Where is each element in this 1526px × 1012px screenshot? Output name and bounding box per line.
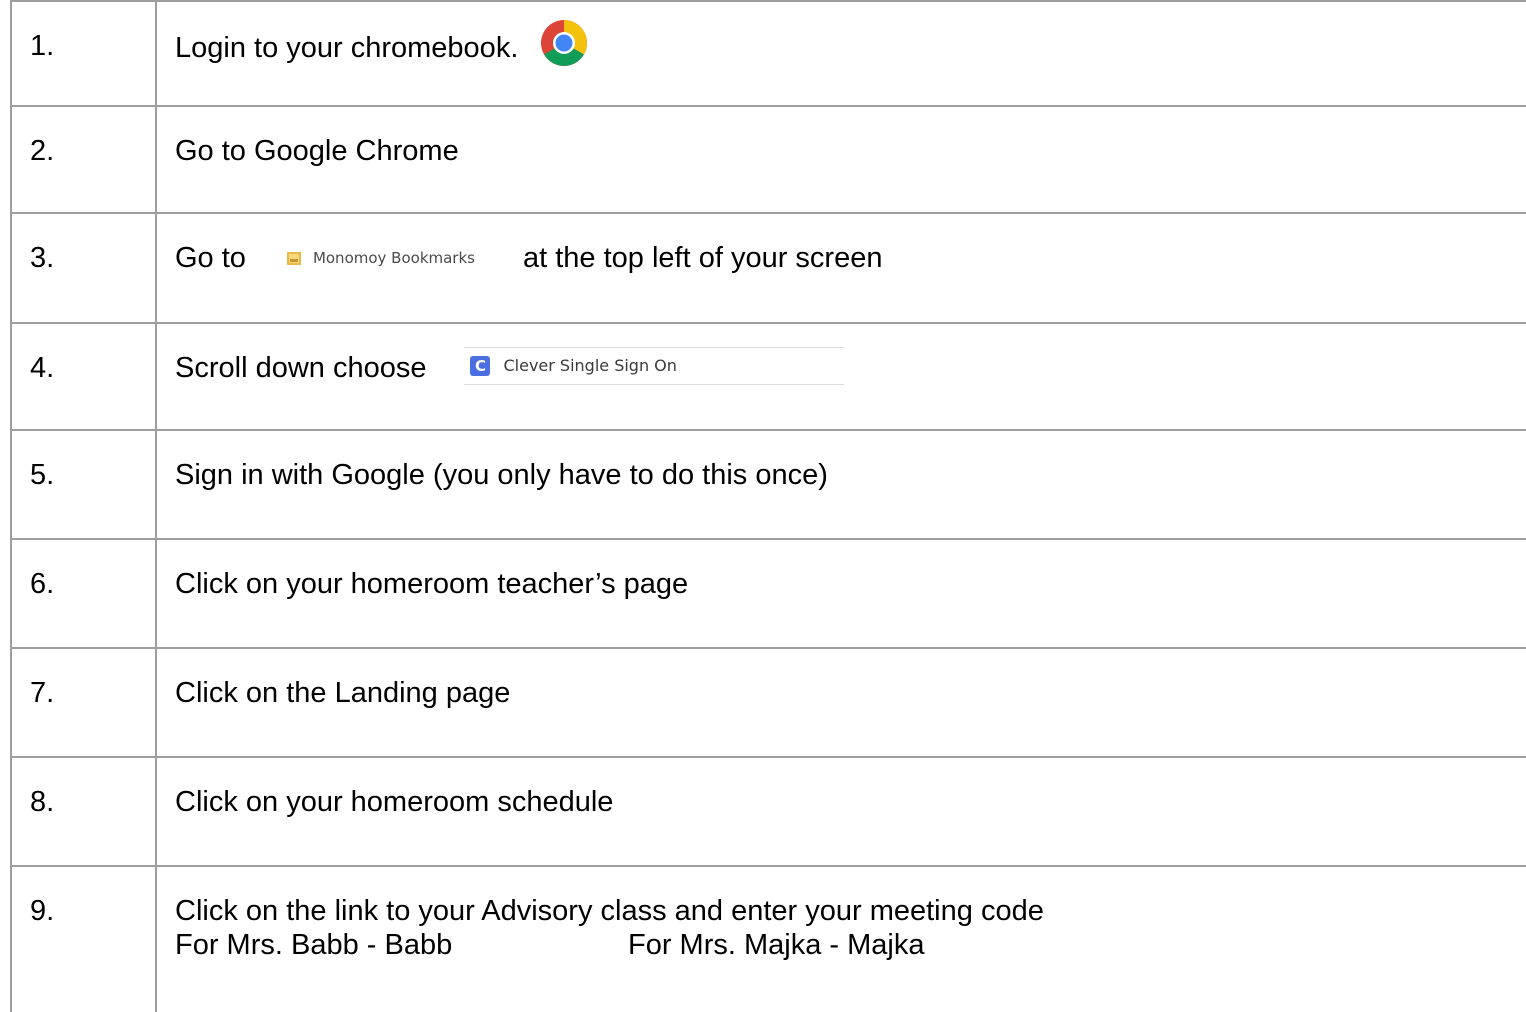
step-text: Click on your homeroom schedule: [155, 756, 1526, 867]
clever-label: Clever Single Sign On: [503, 356, 677, 375]
step-number: 3.: [10, 212, 157, 324]
step-text: Go to: [175, 242, 246, 274]
step-text: Scroll down choose: [175, 352, 427, 384]
step-number: 4.: [10, 322, 157, 431]
step-number: 1.: [10, 0, 157, 107]
table-row: 8. Click on your homeroom schedule: [10, 756, 1526, 867]
step-text: Click on the Landing page: [155, 647, 1526, 758]
step-number: 8.: [10, 756, 157, 867]
step-text: Go to Google Chrome: [155, 105, 1526, 214]
bookmark-label: Monomoy Bookmarks: [312, 249, 475, 267]
chrome-icon: [541, 20, 588, 66]
table-row: 7. Click on the Landing page: [10, 647, 1526, 758]
table-row: 4. Scroll down choose C Clever Single Si…: [10, 322, 1526, 431]
meeting-codes: For Mrs. Babb - Babb For Mrs. Majka - Ma…: [175, 928, 1526, 962]
step-number: 9.: [10, 865, 157, 1012]
table-row: 2. Go to Google Chrome: [10, 105, 1526, 214]
meeting-code-majka: For Mrs. Majka - Majka: [628, 929, 925, 961]
monomoy-bookmarks-chip: Monomoy Bookmarks: [286, 248, 475, 268]
step-number: 7.: [10, 647, 157, 758]
table-row: 3. Go to Monomoy Bookmarks at the top le…: [10, 212, 1526, 324]
step-text: Sign in with Google (you only have to do…: [155, 429, 1526, 540]
clever-single-sign-on-chip: C Clever Single Sign On: [464, 347, 845, 385]
step-number: 5.: [10, 429, 157, 540]
meeting-code-babb: For Mrs. Babb - Babb: [175, 929, 453, 961]
step-number: 6.: [10, 538, 157, 649]
step-text: Click on your homeroom teacher’s page: [155, 538, 1526, 649]
step-text: Click on the link to your Advisory class…: [175, 895, 1044, 927]
table-row: 6. Click on your homeroom teacher’s page: [10, 538, 1526, 649]
steps-table: 1. Login to your chromebook. 2. Go to Go…: [10, 0, 1526, 1012]
step-text: at the top left of your screen: [522, 242, 883, 274]
step-text: Login to your chromebook.: [175, 32, 519, 64]
table-row: 1. Login to your chromebook.: [10, 0, 1526, 107]
step-number: 2.: [10, 105, 157, 214]
folder-icon: [286, 251, 301, 265]
clever-icon: C: [470, 356, 491, 376]
table-row: 9. Click on the link to your Advisory cl…: [10, 865, 1526, 1012]
table-row: 5. Sign in with Google (you only have to…: [10, 429, 1526, 540]
